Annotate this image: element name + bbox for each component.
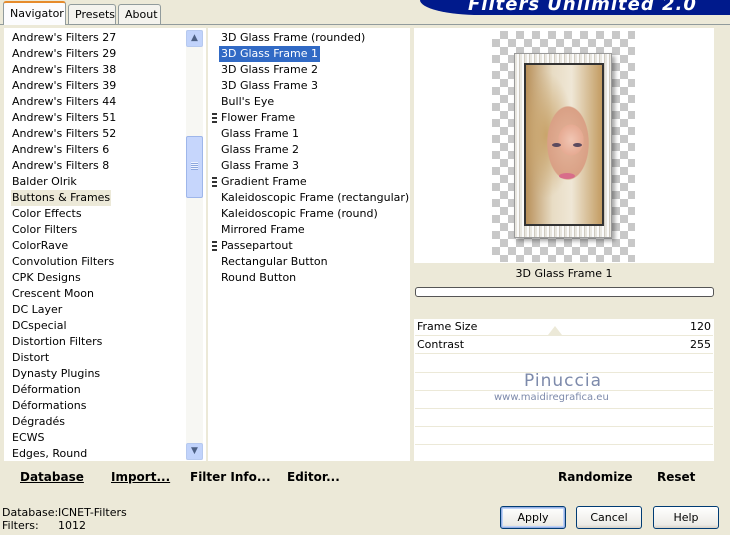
filter-item[interactable]: Glass Frame 2: [221, 142, 299, 158]
portrait-eye: [573, 143, 582, 147]
status-database-label: Database:: [2, 506, 59, 519]
param-value-contrast[interactable]: 255: [690, 338, 711, 351]
filter-item[interactable]: Mirrored Frame: [221, 222, 305, 238]
category-item[interactable]: Edges, Round: [12, 446, 87, 462]
filter-item[interactable]: Round Button: [221, 270, 296, 286]
category-item[interactable]: Dégradés: [12, 414, 65, 430]
import-button[interactable]: Import...: [111, 470, 170, 484]
category-item[interactable]: Déformation: [12, 382, 81, 398]
progress-bar: [415, 287, 714, 297]
category-item[interactable]: DCspecial: [12, 318, 67, 334]
tab-about[interactable]: About: [118, 4, 161, 24]
category-item[interactable]: Andrew's Filters 27: [12, 30, 116, 46]
slider-track-empty: [415, 408, 713, 409]
category-item[interactable]: Déformations: [12, 398, 86, 414]
filter-item[interactable]: Glass Frame 1: [221, 126, 299, 142]
filter-item[interactable]: 3D Glass Frame 1: [219, 46, 321, 62]
category-scrollbar[interactable]: [186, 30, 203, 460]
slider-track-empty: [415, 426, 713, 427]
watermark-url: www.maidiregrafica.eu: [494, 392, 609, 403]
category-item[interactable]: Distortion Filters: [12, 334, 102, 350]
status-filters-value: 1012: [58, 519, 86, 532]
tab-strip-line: [0, 24, 730, 25]
category-item[interactable]: Andrew's Filters 8: [12, 158, 109, 174]
filter-item[interactable]: Gradient Frame: [221, 174, 307, 190]
category-item[interactable]: Andrew's Filters 29: [12, 46, 116, 62]
param-label-frame-size: Frame Size: [417, 320, 478, 333]
group-grip-icon: [212, 241, 217, 251]
category-item[interactable]: Distort: [12, 350, 49, 366]
tab-navigator[interactable]: Navigator: [3, 1, 66, 25]
filter-item[interactable]: Passepartout: [221, 238, 293, 254]
filter-item[interactable]: Glass Frame 3: [221, 158, 299, 174]
category-item[interactable]: CPK Designs: [12, 270, 81, 286]
randomize-button[interactable]: Randomize: [558, 470, 632, 484]
reset-button[interactable]: Reset: [657, 470, 695, 484]
editor-button[interactable]: Editor...: [287, 470, 340, 484]
category-item[interactable]: Andrew's Filters 51: [12, 110, 116, 126]
filter-item[interactable]: 3D Glass Frame (rounded): [221, 30, 365, 46]
scroll-down-button[interactable]: ▼: [186, 443, 203, 460]
scroll-thumb[interactable]: [186, 136, 203, 198]
category-item[interactable]: DC Layer: [12, 302, 62, 318]
apply-button[interactable]: Apply: [500, 506, 566, 529]
param-value-frame-size[interactable]: 120: [690, 320, 711, 333]
watermark-name: Pinuccia: [524, 371, 602, 391]
category-item[interactable]: Color Effects: [12, 206, 82, 222]
status-filters-label: Filters:: [2, 519, 39, 532]
category-item[interactable]: Buttons & Frames: [11, 190, 112, 206]
filter-item[interactable]: Flower Frame: [221, 110, 295, 126]
category-item[interactable]: Andrew's Filters 44: [12, 94, 116, 110]
tab-presets[interactable]: Presets: [68, 4, 116, 24]
group-grip-icon: [212, 177, 217, 187]
category-item[interactable]: Color Filters: [12, 222, 77, 238]
help-button[interactable]: Help: [653, 506, 719, 529]
category-item[interactable]: Crescent Moon: [12, 286, 94, 302]
app-title: Filters Unlimited 2.0: [468, 0, 697, 15]
filter-item[interactable]: Kaleidoscopic Frame (rectangular): [221, 190, 409, 206]
database-button[interactable]: Database: [20, 470, 84, 484]
slider-track-frame-size[interactable]: [415, 335, 713, 336]
portrait-eye: [552, 143, 561, 147]
status-database-value: ICNET-Filters: [58, 506, 127, 519]
category-item[interactable]: Balder Olrik: [12, 174, 77, 190]
slider-thumb[interactable]: [548, 326, 562, 335]
slider-track-contrast[interactable]: [415, 353, 713, 354]
category-item[interactable]: Andrew's Filters 52: [12, 126, 116, 142]
filter-item[interactable]: 3D Glass Frame 2: [221, 62, 318, 78]
category-item[interactable]: Andrew's Filters 6: [12, 142, 109, 158]
category-item[interactable]: ColorRave: [12, 238, 68, 254]
category-item[interactable]: Andrew's Filters 38: [12, 62, 116, 78]
filter-item[interactable]: Rectangular Button: [221, 254, 328, 270]
filter-item[interactable]: Bull's Eye: [221, 94, 274, 110]
slider-track-empty: [415, 444, 713, 445]
preview-portrait-image: [524, 63, 604, 226]
cancel-button[interactable]: Cancel: [576, 506, 642, 529]
filter-item[interactable]: 3D Glass Frame 3: [221, 78, 318, 94]
app-banner: Filters Unlimited 2.0: [420, 0, 730, 15]
filter-item[interactable]: Kaleidoscopic Frame (round): [221, 206, 378, 222]
category-item[interactable]: Convolution Filters: [12, 254, 114, 270]
preview-caption: 3D Glass Frame 1: [515, 267, 613, 280]
portrait-lips: [559, 173, 575, 179]
param-label-contrast: Contrast: [417, 338, 465, 351]
category-item[interactable]: Dynasty Plugins: [12, 366, 100, 382]
group-grip-icon: [212, 113, 217, 123]
scroll-up-button[interactable]: ▲: [186, 30, 203, 47]
category-item[interactable]: ECWS: [12, 430, 45, 446]
category-item[interactable]: Andrew's Filters 39: [12, 78, 116, 94]
filter-info-button[interactable]: Filter Info...: [190, 470, 271, 484]
